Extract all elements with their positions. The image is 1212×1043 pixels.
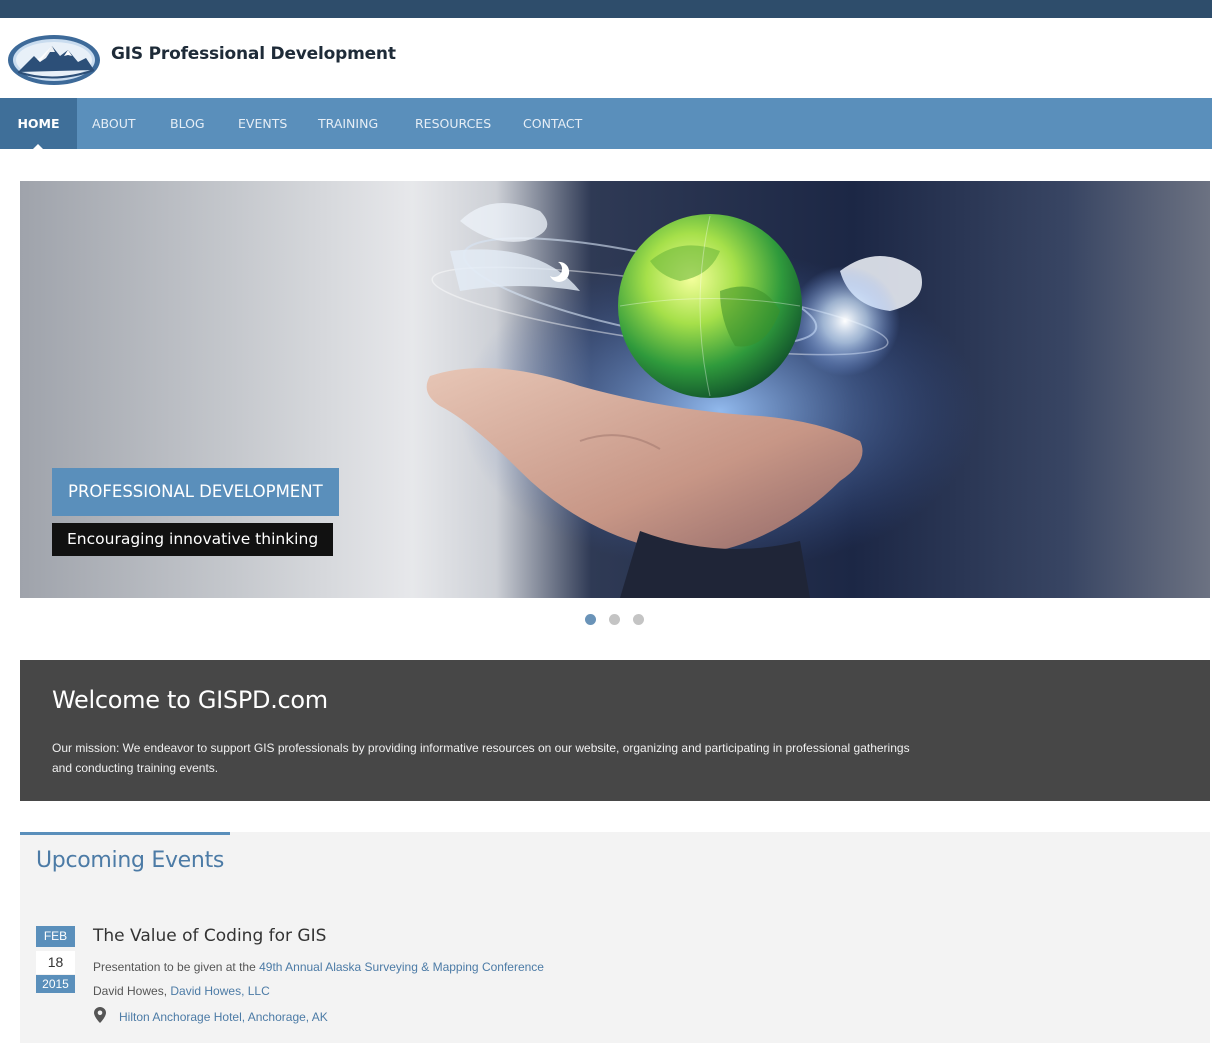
hero-caption-subtitle: Encouraging innovative thinking bbox=[52, 523, 334, 556]
slide-dot-3[interactable] bbox=[633, 614, 644, 625]
hero-slider[interactable]: PROFESSIONAL DEVELOPMENT Encouraging inn… bbox=[20, 181, 1210, 598]
upcoming-events-section: Upcoming Events FEB 18 2015 The Value of… bbox=[20, 832, 1210, 1043]
nav-item-contact[interactable]: CONTACT bbox=[523, 98, 582, 149]
hero-caption-title: PROFESSIONAL DEVELOPMENT bbox=[52, 468, 339, 516]
event-presenter: David Howes, David Howes, LLC bbox=[93, 984, 270, 998]
main-nav: HOME ABOUT BLOG EVENTS TRAINING RESOURCE… bbox=[0, 98, 1212, 150]
presenter-name: David Howes, bbox=[93, 984, 171, 998]
event-description: Presentation to be given at the 49th Ann… bbox=[93, 960, 544, 974]
site-title[interactable]: GIS Professional Development bbox=[111, 44, 396, 64]
nav-item-events[interactable]: EVENTS bbox=[238, 98, 287, 149]
mountain-logo-icon[interactable] bbox=[6, 32, 103, 88]
active-caret-icon bbox=[32, 144, 44, 150]
map-marker-icon bbox=[94, 1007, 106, 1023]
event-date-year: 2015 bbox=[36, 975, 75, 993]
event-description-text: Presentation to be given at the bbox=[93, 960, 260, 974]
event-location-link[interactable]: Hilton Anchorage Hotel, Anchorage, AK bbox=[119, 1010, 328, 1024]
nav-item-training[interactable]: TRAINING bbox=[318, 98, 378, 149]
welcome-heading: Welcome to GISPD.com bbox=[52, 686, 328, 714]
conference-link[interactable]: 49th Annual Alaska Surveying & Mapping C… bbox=[259, 960, 544, 974]
events-heading: Upcoming Events bbox=[36, 848, 225, 873]
welcome-section: Welcome to GISPD.com Our mission: We end… bbox=[20, 660, 1210, 801]
slide-dot-1[interactable] bbox=[585, 614, 596, 625]
event-title[interactable]: The Value of Coding for GIS bbox=[93, 926, 326, 946]
nav-item-home[interactable]: HOME bbox=[0, 98, 77, 149]
slide-dot-2[interactable] bbox=[609, 614, 620, 625]
event-date-day: 18 bbox=[36, 951, 75, 974]
event-date-month: FEB bbox=[36, 926, 75, 947]
top-accent-bar bbox=[0, 0, 1212, 18]
section-tab-indicator bbox=[20, 832, 230, 835]
nav-item-blog[interactable]: BLOG bbox=[170, 98, 205, 149]
mission-text: Our mission: We endeavor to support GIS … bbox=[52, 741, 910, 775]
site-header: GIS Professional Development bbox=[0, 18, 1212, 98]
nav-item-resources[interactable]: RESOURCES bbox=[415, 98, 491, 149]
nav-item-about[interactable]: ABOUT bbox=[92, 98, 136, 149]
presenter-company-link[interactable]: David Howes, LLC bbox=[170, 984, 269, 998]
